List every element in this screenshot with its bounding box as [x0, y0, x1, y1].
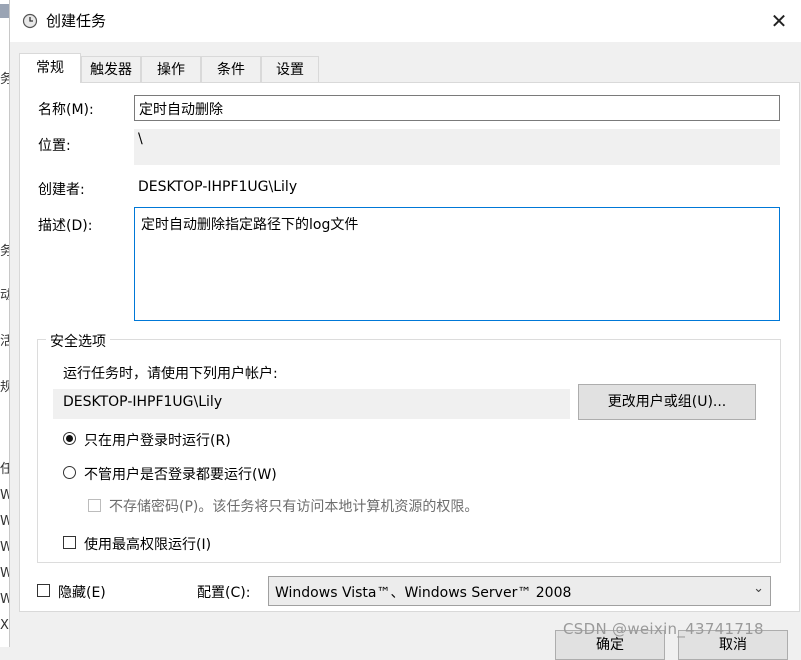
background-text-fragment: X — [0, 618, 9, 633]
highest-privileges-checkbox[interactable] — [63, 536, 76, 549]
author-label: 创建者: — [38, 182, 85, 198]
watermark-text: CSDN @weixin_43741718 — [563, 620, 764, 638]
config-selected-value: Windows Vista™、Windows Server™ 2008 — [275, 585, 572, 601]
radio-selected-dot — [66, 435, 73, 442]
background-text-fragment: 规 — [0, 380, 9, 395]
no-store-password-label: 不存储密码(P)。该任务将只有访问本地计算机资源的权限。 — [109, 499, 479, 515]
background-text-fragment: 活 — [0, 334, 9, 349]
config-label: 配置(C): — [197, 585, 251, 601]
security-options-title: 安全选项 — [46, 331, 110, 351]
config-select[interactable]: Windows Vista™、Windows Server™ 2008 ⌄ — [268, 576, 771, 606]
highest-privileges-label[interactable]: 使用最高权限运行(I) — [84, 534, 211, 554]
background-text-fragment: W — [0, 592, 9, 607]
hidden-checkbox[interactable] — [37, 584, 50, 597]
tab-actions[interactable]: 操作 — [141, 56, 201, 82]
title-bar: 创建任务 ✕ — [10, 0, 801, 42]
run-as-label: 运行任务时，请使用下列用户帐户: — [63, 366, 278, 382]
change-user-button[interactable]: 更改用户或组(U)... — [578, 384, 756, 420]
background-text-fragment: W — [0, 488, 9, 503]
tab-settings[interactable]: 设置 — [261, 56, 319, 82]
general-tab-panel: 名称(M): 定时自动删除 位置: \ 创建者: DESKTOP-IHPF1UG… — [19, 82, 800, 612]
radio-run-whether-logged[interactable] — [63, 466, 76, 479]
name-field[interactable]: 定时自动删除 — [134, 95, 780, 121]
background-text-fragment: 务 — [0, 72, 9, 87]
radio-run-logged-on-label[interactable]: 只在用户登录时运行(R) — [84, 430, 231, 450]
background-text-fragment: W — [0, 514, 9, 529]
tab-triggers[interactable]: 触发器 — [81, 56, 141, 82]
location-value: \ — [134, 129, 780, 165]
dialog-title: 创建任务 — [46, 12, 107, 30]
radio-run-logged-on[interactable] — [63, 432, 76, 445]
run-as-user-value: DESKTOP-IHPF1UG\Lily — [53, 389, 570, 419]
create-task-dialog: 创建任务 ✕ 常规 触发器 操作 条件 设置 名称(M): 定时自动删除 位置:… — [9, 0, 801, 660]
background-title-fragment — [0, 4, 9, 18]
background-text-fragment: W — [0, 566, 9, 581]
background-text-fragment: 动 — [0, 288, 9, 303]
description-field[interactable]: 定时自动删除指定路径下的log文件 — [134, 207, 780, 321]
background-text-fragment: 任 — [0, 462, 9, 477]
tab-general[interactable]: 常规 — [19, 53, 81, 83]
close-button[interactable]: ✕ — [756, 0, 801, 42]
name-label: 名称(M): — [38, 102, 94, 118]
background-text-fragment: W — [0, 540, 9, 555]
author-value: DESKTOP-IHPF1UG\Lily — [138, 179, 298, 195]
no-store-password-checkbox[interactable] — [88, 499, 101, 512]
radio-run-whether-logged-label[interactable]: 不管用户是否登录都要运行(W) — [84, 464, 277, 484]
tab-conditions[interactable]: 条件 — [201, 56, 261, 82]
location-label: 位置: — [38, 138, 71, 154]
hidden-label[interactable]: 隐藏(E) — [58, 582, 106, 602]
description-label: 描述(D): — [38, 218, 93, 234]
chevron-down-icon: ⌄ — [753, 581, 764, 596]
clock-icon — [22, 13, 38, 29]
background-text-fragment: 务 — [0, 244, 9, 259]
